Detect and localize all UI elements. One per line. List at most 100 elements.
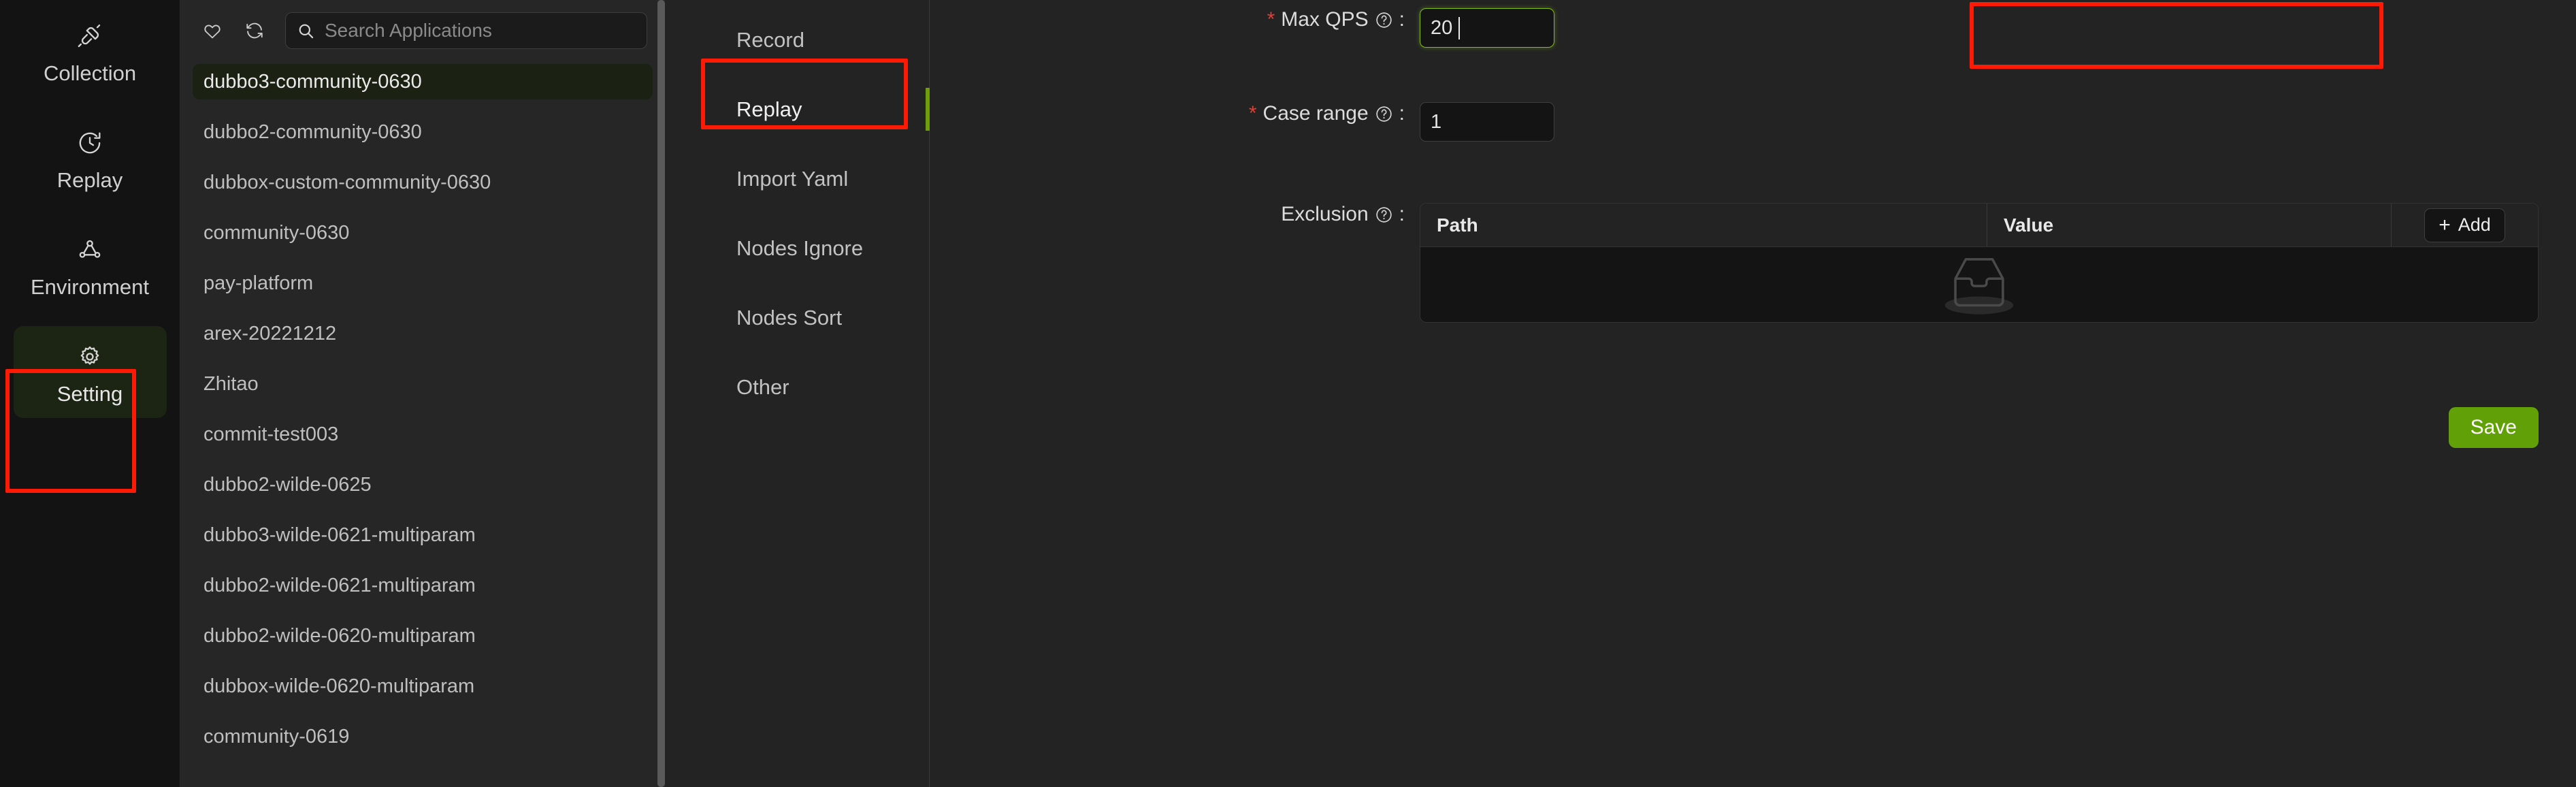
application-name: dubbo2-community-0630 xyxy=(203,121,422,143)
case-range-label: * Case range : xyxy=(930,102,1420,125)
plug-icon xyxy=(74,20,105,52)
list-item[interactable]: pay-platform xyxy=(193,266,653,301)
text-caret xyxy=(1458,17,1460,39)
list-item[interactable]: dubbo2-wilde-0620-multiparam xyxy=(193,618,653,654)
application-list-toolbar xyxy=(180,0,665,59)
list-item[interactable]: dubbo2-wilde-0625 xyxy=(193,467,653,502)
nav-item-label: Environment xyxy=(30,275,150,299)
required-marker: * xyxy=(1267,8,1275,31)
exclusion-label: Exclusion : xyxy=(930,203,1420,226)
question-circle-icon[interactable] xyxy=(1375,11,1393,29)
settings-menu: Record Replay Import Yaml Nodes Ignore N… xyxy=(665,0,930,787)
nav-item-replay[interactable]: Replay xyxy=(14,112,167,204)
label-text: Max QPS xyxy=(1281,8,1369,31)
label-colon: : xyxy=(1399,8,1405,31)
list-item[interactable]: commit-test003 xyxy=(193,417,653,452)
list-item[interactable]: dubbo2-community-0630 xyxy=(193,114,653,150)
case-range-input-wrap xyxy=(1420,102,1554,142)
list-item[interactable]: dubbox-custom-community-0630 xyxy=(193,165,653,200)
menu-item-label: Nodes Sort xyxy=(736,306,843,330)
menu-item-label: Nodes Ignore xyxy=(736,236,864,260)
label-text: Exclusion xyxy=(1281,203,1369,225)
menu-item-label: Other xyxy=(736,375,789,399)
list-item[interactable]: dubbo3-wilde-0621-multiparam xyxy=(193,517,653,553)
question-circle-icon[interactable] xyxy=(1375,105,1393,123)
application-name: dubbo2-wilde-0620-multiparam xyxy=(203,624,476,647)
list-item[interactable]: dubbo3-community-0630 xyxy=(193,64,653,99)
menu-item-label: Record xyxy=(736,28,804,52)
list-item[interactable]: community-0619 xyxy=(193,719,653,754)
application-name: dubbox-wilde-0620-multiparam xyxy=(203,675,475,697)
label-text: Case range xyxy=(1262,102,1369,125)
heart-icon[interactable] xyxy=(199,18,225,44)
form-row-max-qps: * Max QPS : xyxy=(930,8,1554,48)
application-name: dubbo2-wilde-0621-multiparam xyxy=(203,574,476,596)
form-row-case-range: * Case range : xyxy=(930,102,1554,142)
scrollbar-thumb[interactable] xyxy=(657,0,665,787)
case-range-input[interactable] xyxy=(1420,102,1554,142)
application-name: dubbox-custom-community-0630 xyxy=(203,171,491,193)
max-qps-input-wrap xyxy=(1420,8,1554,48)
exclusion-table-header: Path Value + Add xyxy=(1420,204,2538,247)
application-name: dubbo2-wilde-0625 xyxy=(203,473,372,496)
search-icon xyxy=(297,22,315,40)
plus-icon: + xyxy=(2439,213,2451,236)
menu-item-replay[interactable]: Replay xyxy=(665,75,930,144)
application-name: arex-20221212 xyxy=(203,322,337,344)
application-list-panel: dubbo3-community-0630 dubbo2-community-0… xyxy=(180,0,665,787)
application-name: community-0630 xyxy=(203,221,350,244)
search-applications-box[interactable] xyxy=(285,12,647,49)
replay-settings-form: * Max QPS : * Case range xyxy=(930,0,2576,787)
add-button-label: Add xyxy=(2458,214,2491,235)
gear-icon xyxy=(74,341,105,372)
save-button[interactable]: Save xyxy=(2448,407,2539,448)
list-item[interactable]: dubbo2-wilde-0621-multiparam xyxy=(193,568,653,603)
app-root: Collection Replay Environment Setting Se… xyxy=(0,0,2576,787)
max-qps-label: * Max QPS : xyxy=(930,8,1420,31)
application-name: Zhitao xyxy=(203,372,259,395)
column-header-path: Path xyxy=(1420,204,1987,246)
nav-item-label: Replay xyxy=(56,168,123,192)
menu-item-label: Import Yaml xyxy=(736,167,849,191)
menu-item-import-yaml[interactable]: Import Yaml xyxy=(665,144,929,214)
application-list[interactable]: dubbo3-community-0630 dubbo2-community-0… xyxy=(180,59,665,787)
history-clock-icon xyxy=(74,127,105,159)
nav-item-label: Setting xyxy=(56,382,123,406)
menu-item-record[interactable]: Record xyxy=(665,5,929,75)
application-name: dubbo3-wilde-0621-multiparam xyxy=(203,524,476,546)
exclusion-table: Path Value + Add xyxy=(1420,203,2539,323)
application-name: commit-test003 xyxy=(203,423,339,445)
search-input[interactable] xyxy=(325,20,636,42)
application-name: community-0619 xyxy=(203,725,350,748)
form-row-exclusion: Exclusion : Path Value + Add xyxy=(930,203,2576,323)
application-name: pay-platform xyxy=(203,272,314,294)
nav-item-label: Collection xyxy=(43,61,137,85)
exclusion-table-empty-state xyxy=(1420,247,2538,322)
nav-item-setting[interactable]: Setting xyxy=(13,326,167,418)
list-item[interactable]: community-0630 xyxy=(193,215,653,251)
question-circle-icon[interactable] xyxy=(1375,206,1393,224)
add-exclusion-button[interactable]: + Add xyxy=(2424,208,2505,242)
list-item[interactable]: Zhitao xyxy=(193,366,653,402)
annotation-box-max-qps xyxy=(1970,2,2383,69)
list-item[interactable]: dubbox-wilde-0620-multiparam xyxy=(193,669,653,704)
list-item[interactable]: arex-20221212 xyxy=(193,316,653,351)
menu-item-other[interactable]: Other xyxy=(665,353,929,422)
nav-item-collection[interactable]: Collection xyxy=(14,5,167,97)
required-marker: * xyxy=(1248,102,1257,125)
application-list-scrollbar[interactable] xyxy=(657,0,665,787)
menu-item-nodes-sort[interactable]: Nodes Sort xyxy=(665,283,929,353)
application-name: dubbo3-community-0630 xyxy=(203,70,422,93)
nodes-share-icon xyxy=(74,234,105,266)
left-nav-rail: Collection Replay Environment Setting xyxy=(0,0,180,787)
empty-inbox-icon xyxy=(1944,258,2014,315)
menu-item-nodes-ignore[interactable]: Nodes Ignore xyxy=(665,214,929,283)
refresh-icon[interactable] xyxy=(242,18,267,44)
column-header-action: + Add xyxy=(2392,204,2538,246)
max-qps-input[interactable] xyxy=(1420,8,1554,48)
menu-item-label: Replay xyxy=(736,97,802,121)
save-row: Save xyxy=(2448,407,2539,448)
nav-item-environment[interactable]: Environment xyxy=(14,219,167,311)
column-header-value: Value xyxy=(1987,204,2392,246)
label-colon: : xyxy=(1399,203,1405,225)
